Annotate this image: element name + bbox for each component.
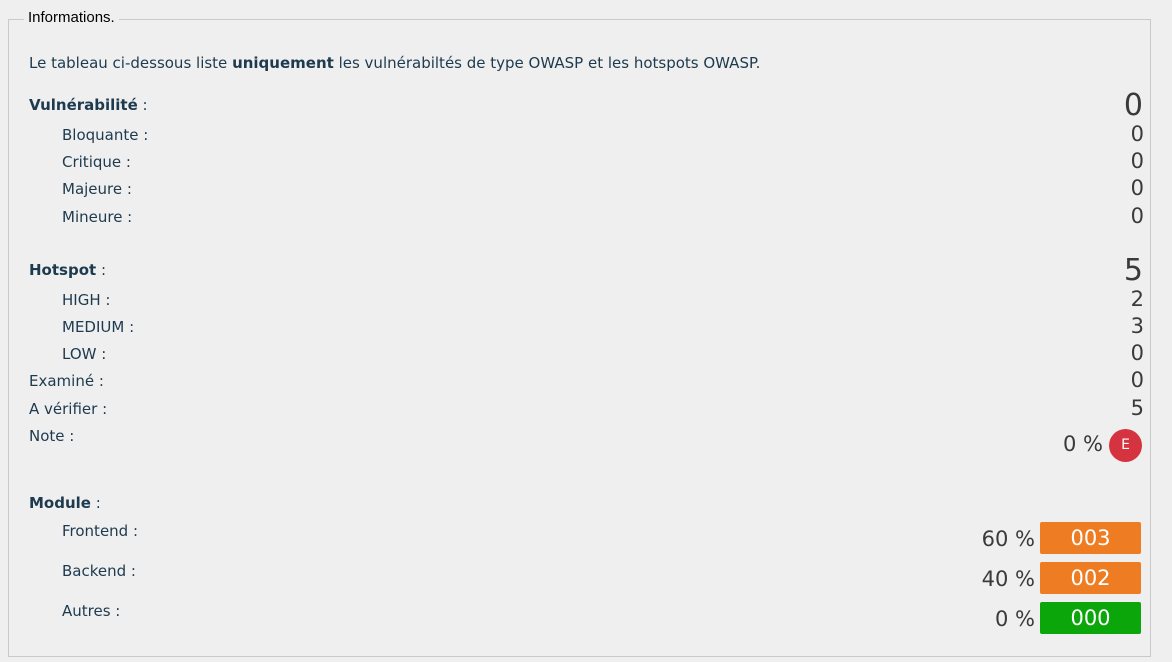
hotspot-examined-label: Examiné : [29,372,104,390]
intro-text-end: les vulnérabiltés de type OWASP et les h… [333,54,761,72]
module-other-label: Autres : [62,602,121,620]
module-heading: Module : [29,494,101,512]
intro-text-start: Le tableau ci-dessous liste [29,54,233,72]
hotspot-heading: Hotspot : [29,261,106,279]
module-other-count-badge: 000 [1040,602,1141,634]
module-frontend-label: Frontend : [62,522,139,540]
hotspot-total: 5 [1123,253,1143,288]
vulnerability-label: Vulnérabilité [29,96,138,114]
module-frontend-percent: 60 % [981,527,1035,551]
hotspot-low-label: LOW : [62,345,107,363]
hotspot-low-value: 0 [1130,341,1144,365]
vulnerability-blocker-label: Bloquante : [62,126,149,144]
hotspot-label-suffix: : [96,261,106,279]
note-grade-badge: E [1109,429,1142,462]
module-backend-label: Backend : [62,562,136,580]
module-backend-count-badge: 002 [1040,562,1141,594]
vulnerability-blocker-value: 0 [1130,122,1144,146]
intro-text-emphasis: uniquement [232,54,334,72]
hotspot-medium-value: 3 [1130,314,1144,338]
vulnerability-critical-label: Critique : [62,153,131,171]
module-label: Module [29,494,91,512]
hotspot-medium-label: MEDIUM : [62,318,135,336]
intro-text: Le tableau ci-dessous liste uniquement l… [29,54,760,72]
hotspot-examined-value: 0 [1130,368,1144,392]
vulnerability-major-value: 0 [1130,176,1144,200]
vulnerability-critical-value: 0 [1130,149,1144,173]
note-label: Note : [29,427,75,445]
vulnerability-minor-label: Mineure : [62,208,133,226]
vulnerability-heading: Vulnérabilité : [29,96,148,114]
note-percent: 0 % [1063,432,1103,456]
module-other-percent: 0 % [995,607,1035,631]
hotspot-high-label: HIGH : [62,291,111,309]
vulnerability-total: 0 [1123,88,1143,123]
vulnerability-minor-value: 0 [1130,204,1144,228]
hotspot-high-value: 2 [1130,287,1144,311]
module-label-suffix: : [90,494,101,512]
vulnerability-label-suffix: : [137,96,148,114]
hotspot-to-verify-value: 5 [1130,396,1144,420]
module-frontend-count-badge: 003 [1040,522,1141,554]
hotspot-to-verify-label: A vérifier : [29,400,108,418]
informations-fieldset [8,19,1151,657]
module-backend-percent: 40 % [981,567,1035,591]
vulnerability-major-label: Majeure : [62,180,132,198]
hotspot-label: Hotspot [29,261,97,279]
fieldset-legend: Informations. [24,9,119,27]
